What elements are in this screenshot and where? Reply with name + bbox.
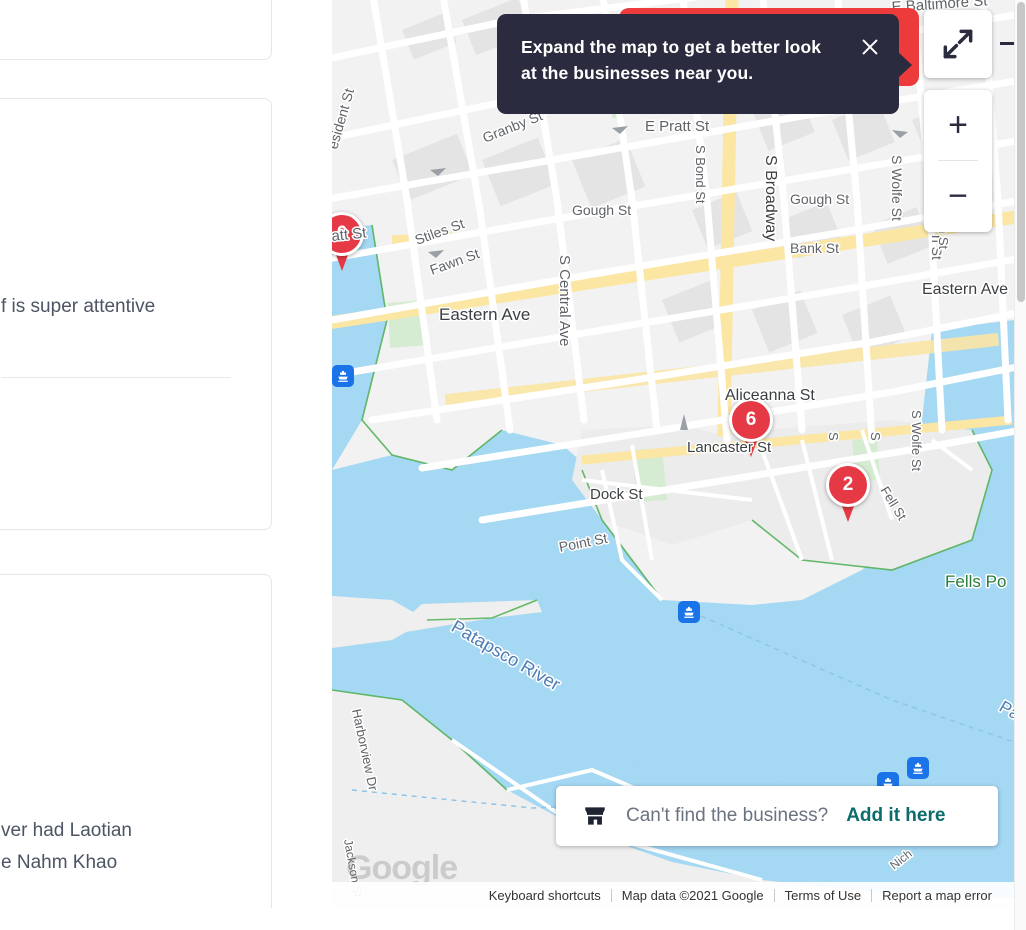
map-data-credit: Map data ©2021 Google [621,887,764,903]
ferry-glyph [684,606,694,618]
review-card[interactable]: ver had Laotian e Nahm Khao [0,574,272,930]
keyboard-shortcuts-link[interactable]: Keyboard shortcuts [479,888,611,903]
ferry-terminal-icon[interactable] [907,757,929,779]
map-marker[interactable]: 0 [332,212,364,271]
tooltip-message: Expand the map to get a better look at t… [521,37,822,83]
review-card[interactable] [0,0,272,60]
close-glyph [862,39,878,55]
ferry-glyph [338,370,348,382]
map-marker[interactable]: 2 [826,463,870,522]
review-snippet: f is super attentive [1,296,156,317]
marker-count: 2 [826,463,870,507]
map-marker[interactable]: 6 [729,398,773,457]
report-map-error-link[interactable]: Report a map error [872,888,1002,903]
add-business-bar[interactable]: Can't find the business? Add it here [556,786,998,846]
map-view[interactable]: 0 6 2 E Baltimore St E Pratt St Granby S… [332,0,1014,908]
terms-of-use-link[interactable]: Terms of Use [775,888,872,903]
storefront-icon [585,807,605,825]
marker-count: 6 [729,398,773,442]
marker-count: 0 [332,212,364,256]
expand-arrows-icon [943,29,973,59]
add-business-link[interactable]: Add it here [846,805,945,827]
review-snippet: ver had Laotian [1,820,132,841]
map-attribution-bar: Keyboard shortcuts Map data ©2021 Google… [332,882,1014,908]
tooltip-arrow [898,52,912,78]
scrollbar-thumb[interactable] [1017,2,1025,302]
add-business-prompt: Can't find the business? [626,805,829,826]
map-search-page: f is super attentive ver had Laotian e N… [0,0,1026,930]
zoom-out-button[interactable]: − [924,161,992,231]
ferry-terminal-icon[interactable] [678,601,700,623]
ferry-glyph [913,762,923,774]
zoom-in-button[interactable]: + [924,90,992,160]
zoom-controls: + − [924,90,992,232]
scroll-indicator [1000,42,1014,45]
close-icon[interactable] [859,36,881,58]
page-scrollbar[interactable] [1014,0,1026,930]
review-snippet: e Nahm Khao [1,852,118,873]
card-divider [1,377,231,378]
page-bottom-strip [0,908,1026,930]
map-expand-tooltip: Expand the map to get a better look at t… [497,14,912,114]
ferry-terminal-icon[interactable] [332,365,354,387]
results-sidebar: f is super attentive ver had Laotian e N… [0,0,332,930]
review-card[interactable]: f is super attentive [0,98,272,530]
expand-map-button[interactable] [924,10,992,78]
